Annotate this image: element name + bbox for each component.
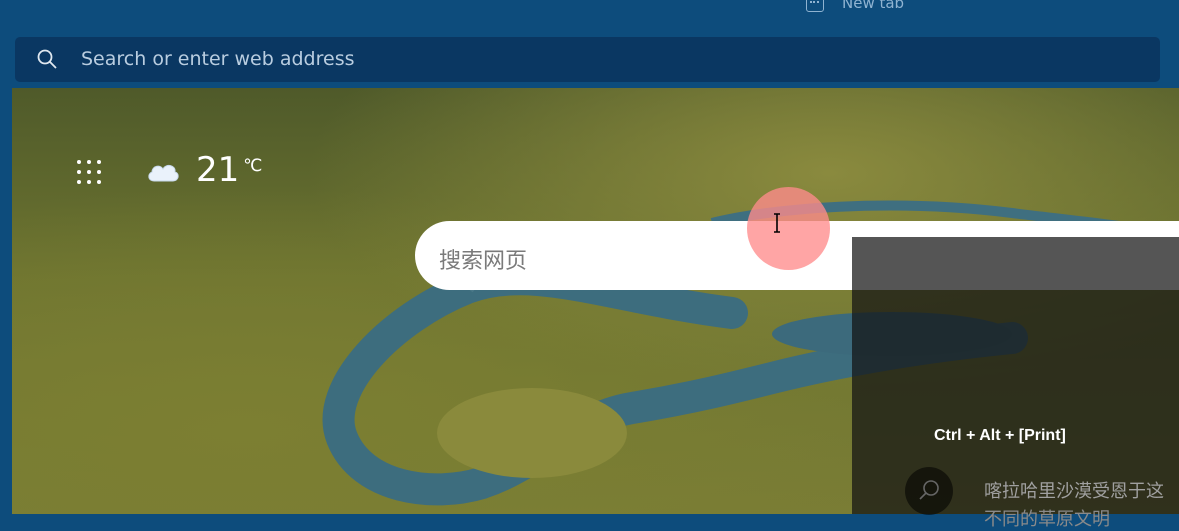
news-headline-line-2[interactable]: 不同的草原文明	[984, 505, 1110, 531]
window-edge	[0, 88, 12, 514]
browser-titlebar: New tab Search or enter web address	[0, 0, 1179, 88]
address-placeholder: Search or enter web address	[81, 48, 355, 70]
shortcut-hint: Ctrl + Alt + [Print]	[934, 427, 1066, 444]
new-tab-icon	[806, 0, 824, 12]
cursor-highlight	[747, 187, 830, 270]
news-search-button[interactable]	[905, 467, 953, 515]
news-headline[interactable]: 喀拉哈里沙漠受恩于这	[984, 477, 1164, 503]
screenshot-overlay-panel: Ctrl + Alt + [Print] 喀拉哈里沙漠受恩于这 不同的草原文明	[852, 237, 1179, 530]
address-bar[interactable]: Search or enter web address	[15, 37, 1160, 82]
weather-widget[interactable]: 21 ℃	[146, 150, 262, 190]
text-cursor-icon	[774, 213, 780, 233]
magnifier-icon	[919, 480, 939, 500]
temperature: 21	[196, 150, 240, 190]
apps-launcher-icon[interactable]	[77, 160, 103, 186]
cloud-icon	[148, 164, 179, 182]
tab-label: New tab	[842, 0, 905, 12]
temperature-unit: ℃	[243, 156, 263, 176]
search-icon	[37, 49, 57, 69]
web-search-placeholder: 搜索网页	[439, 249, 528, 274]
tab-new-tab[interactable]: New tab	[806, 0, 904, 14]
